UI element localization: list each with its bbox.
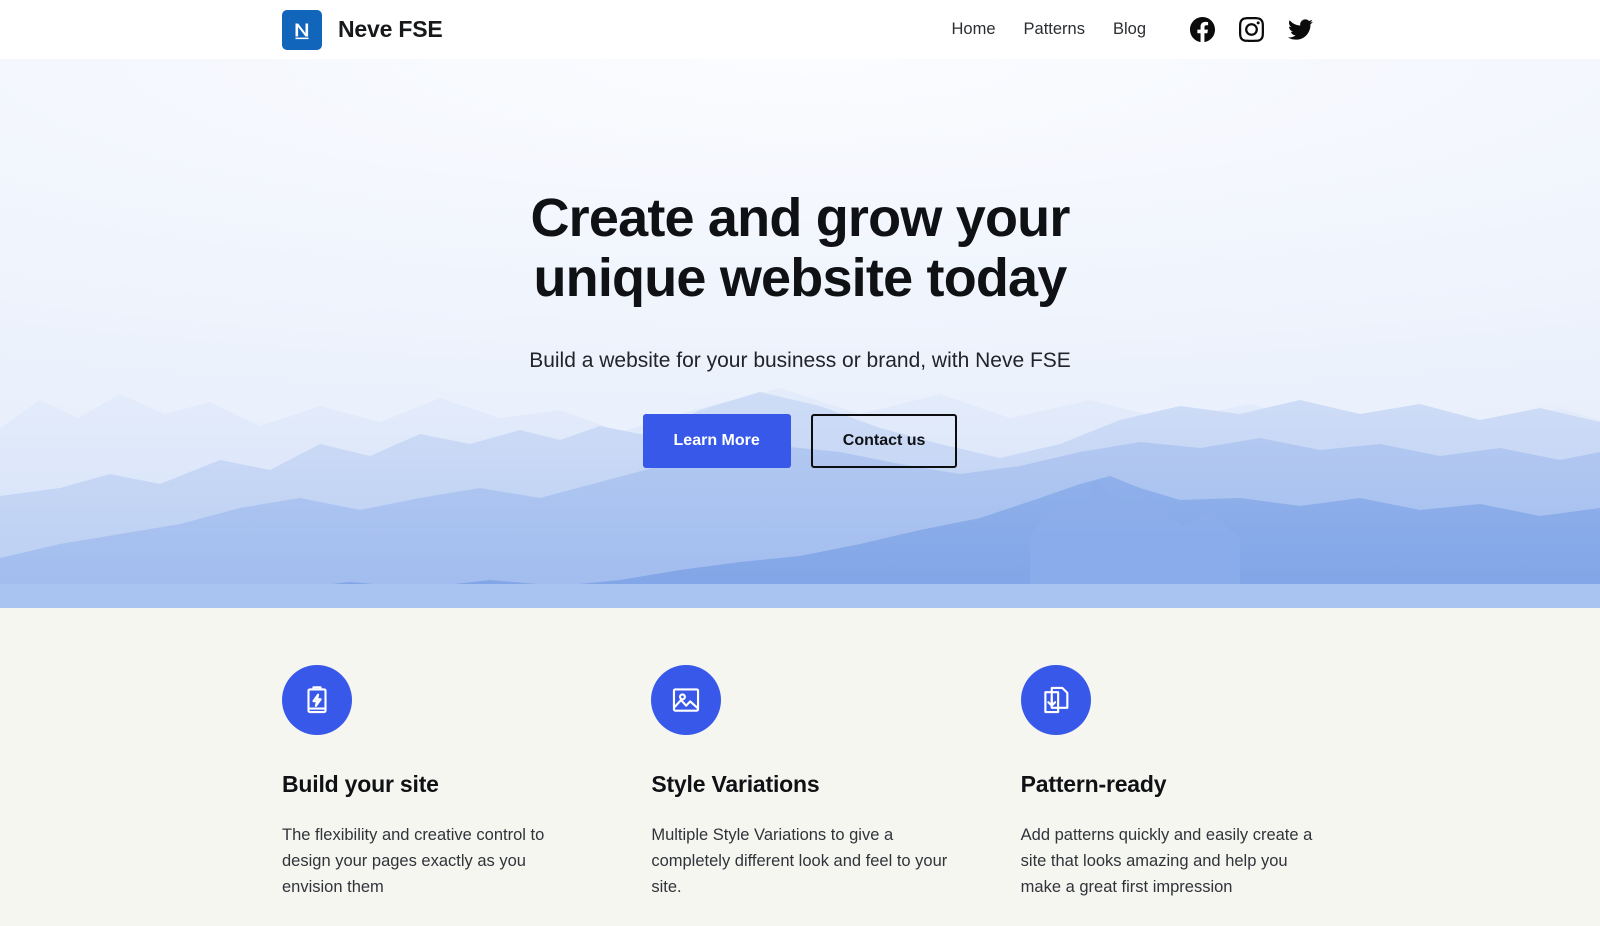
feature-text: The flexibility and creative control to … xyxy=(282,826,545,896)
hero-title-line-1: Create and grow your xyxy=(530,188,1070,248)
primary-navigation: Home Patterns Blog xyxy=(938,17,1326,42)
hero-subtitle: Build a website for your business or bra… xyxy=(529,349,1071,372)
site-brand[interactable]: Neve FSE xyxy=(282,9,443,50)
battery-lightning-icon xyxy=(282,665,352,735)
facebook-icon[interactable] xyxy=(1178,17,1227,42)
feature-card-build-your-site: Build your site The flexibility and crea… xyxy=(282,665,586,900)
social-links xyxy=(1178,17,1325,42)
feature-title: Style Variations xyxy=(651,771,820,797)
feature-card-style-variations: Style Variations Multiple Style Variatio… xyxy=(651,665,955,900)
brand-name: Neve FSE xyxy=(338,16,443,42)
nav-item-blog[interactable]: Blog xyxy=(1099,21,1160,38)
feature-text: Multiple Style Variations to give a comp… xyxy=(651,826,948,896)
hero-title: Create and grow your unique website toda… xyxy=(440,188,1160,308)
feature-title: Pattern-ready xyxy=(1020,771,1167,797)
feature-card-pattern-ready: Pattern-ready Add patterns quickly and e… xyxy=(1020,665,1325,900)
image-picture-icon xyxy=(651,665,722,735)
twitter-icon[interactable] xyxy=(1276,17,1325,42)
features-grid: Build your site The flexibility and crea… xyxy=(282,608,1325,900)
hero-title-line-2: unique website today xyxy=(533,248,1067,308)
documents-download-icon xyxy=(1020,665,1091,735)
feature-title: Build your site xyxy=(282,771,439,797)
features-section: Build your site The flexibility and crea… xyxy=(0,608,1600,926)
site-header: Neve FSE Home Patterns Blog xyxy=(0,0,1600,59)
hero-section: Create and grow your unique website toda… xyxy=(0,59,1600,608)
learn-more-button[interactable]: Learn More xyxy=(642,414,791,468)
nav-item-patterns[interactable]: Patterns xyxy=(1010,21,1099,38)
neve-n-logo-icon xyxy=(282,9,322,50)
contact-us-button[interactable]: Contact us xyxy=(810,414,958,468)
instagram-icon[interactable] xyxy=(1227,17,1276,42)
hero-content: Create and grow your unique website toda… xyxy=(0,59,1600,468)
hero-button-group: Learn More Contact us xyxy=(0,414,1600,468)
nav-item-home[interactable]: Home xyxy=(938,21,1010,38)
feature-text: Add patterns quickly and easily create a… xyxy=(1020,826,1313,896)
